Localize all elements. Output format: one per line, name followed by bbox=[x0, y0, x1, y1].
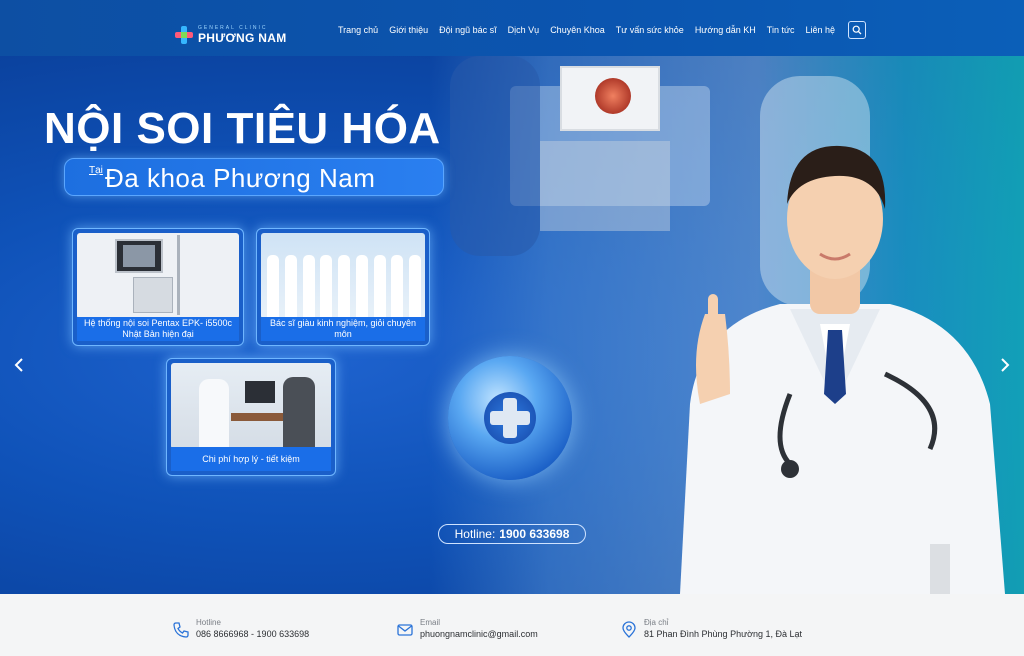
medical-cross-orb-icon bbox=[448, 356, 572, 480]
main-nav: Trang chủ Giới thiệu Đội ngũ bác sĩ Dịch… bbox=[338, 21, 867, 39]
chevron-left-icon bbox=[14, 358, 23, 372]
search-button[interactable] bbox=[848, 21, 867, 39]
doctor-team-image bbox=[261, 233, 425, 319]
endoscopy-system-image bbox=[77, 233, 239, 319]
hero-title: NỘI SOI TIÊU HÓA bbox=[44, 104, 441, 153]
info-hotline-label: Hotline bbox=[196, 618, 221, 627]
nav-trang-chu[interactable]: Trang chủ bbox=[338, 25, 378, 35]
logo-name: PHƯƠNG NAM bbox=[198, 31, 287, 45]
nav-gioi-thieu[interactable]: Giới thiệu bbox=[389, 25, 428, 35]
chevron-right-icon bbox=[1001, 358, 1010, 372]
nav-tin-tuc[interactable]: Tin tức bbox=[767, 25, 795, 35]
hero-hotline[interactable]: Hotline: 1900 633698 bbox=[438, 524, 586, 544]
nav-lien-he[interactable]: Liên hệ bbox=[805, 25, 835, 35]
info-hotline-value: 086 8666968 - 1900 633698 bbox=[196, 629, 310, 639]
clinic-logo-icon bbox=[174, 25, 194, 45]
info-hotline[interactable]: Hotline 086 8666968 - 1900 633698 bbox=[172, 618, 309, 640]
hero-hotline-label: Hotline: bbox=[454, 527, 496, 541]
feature-card-doctors[interactable]: Bác sĩ giàu kinh nghiệm, giỏi chuyên môn bbox=[256, 228, 430, 346]
info-address[interactable]: Địa chỉ 81 Phan Đình Phùng Phường 1, Đà … bbox=[620, 618, 802, 640]
feature-card-equipment[interactable]: Hệ thống nội soi Pentax EPK- i5500c Nhật… bbox=[72, 228, 244, 346]
logo[interactable]: GENERAL CLINIC PHƯƠNG NAM bbox=[174, 22, 287, 48]
nav-huong-dan-kh[interactable]: Hướng dẫn KH bbox=[695, 25, 756, 35]
contact-info-bar: Hotline 086 8666968 - 1900 633698 Email … bbox=[0, 594, 1024, 656]
slider-prev-button[interactable] bbox=[14, 356, 24, 377]
phone-icon bbox=[173, 622, 189, 638]
info-email-label: Email bbox=[420, 618, 441, 627]
feature-card-caption: Hệ thống nội soi Pentax EPK- i5500c Nhật… bbox=[77, 317, 239, 341]
info-email-value: phuongnamclinic@gmail.com bbox=[420, 629, 538, 639]
info-address-value: 81 Phan Đình Phùng Phường 1, Đà Lạt bbox=[644, 629, 803, 639]
feature-card-caption: Bác sĩ giàu kinh nghiệm, giỏi chuyên môn bbox=[261, 317, 425, 341]
info-email[interactable]: Email phuongnamclinic@gmail.com bbox=[396, 618, 538, 640]
hero-subtitle-prefix: Tại bbox=[89, 165, 103, 176]
nav-doi-ngu-bac-si[interactable]: Đội ngũ bác sĩ bbox=[439, 25, 497, 35]
search-icon bbox=[852, 25, 862, 35]
hero-subtitle-pill: Tại Đa khoa Phương Nam bbox=[64, 158, 444, 196]
hero-banner: NỘI SOI TIÊU HÓA Tại Đa khoa Phương Nam … bbox=[0, 56, 1024, 594]
site-header: GENERAL CLINIC PHƯƠNG NAM Trang chủ Giới… bbox=[0, 0, 1024, 56]
page: GENERAL CLINIC PHƯƠNG NAM Trang chủ Giới… bbox=[0, 0, 1024, 656]
nav-tu-van-suc-khoe[interactable]: Tư vấn sức khỏe bbox=[616, 25, 684, 35]
doctor-illustration bbox=[680, 145, 1005, 594]
hero-hotline-number: 1900 633698 bbox=[499, 527, 570, 541]
info-address-label: Địa chỉ bbox=[644, 618, 669, 627]
consultation-image bbox=[171, 363, 331, 449]
feature-card-cost[interactable]: Chi phí hợp lý - tiết kiệm bbox=[166, 358, 336, 476]
location-pin-icon bbox=[622, 621, 636, 638]
nav-dich-vu[interactable]: Dịch Vụ bbox=[508, 25, 540, 35]
hero-subtitle: Đa khoa Phương Nam bbox=[105, 163, 376, 193]
slider-next-button[interactable] bbox=[1000, 356, 1010, 377]
feature-card-caption: Chi phí hợp lý - tiết kiệm bbox=[171, 447, 331, 471]
mail-icon bbox=[397, 624, 413, 636]
nav-chuyen-khoa[interactable]: Chuyên Khoa bbox=[550, 25, 605, 35]
